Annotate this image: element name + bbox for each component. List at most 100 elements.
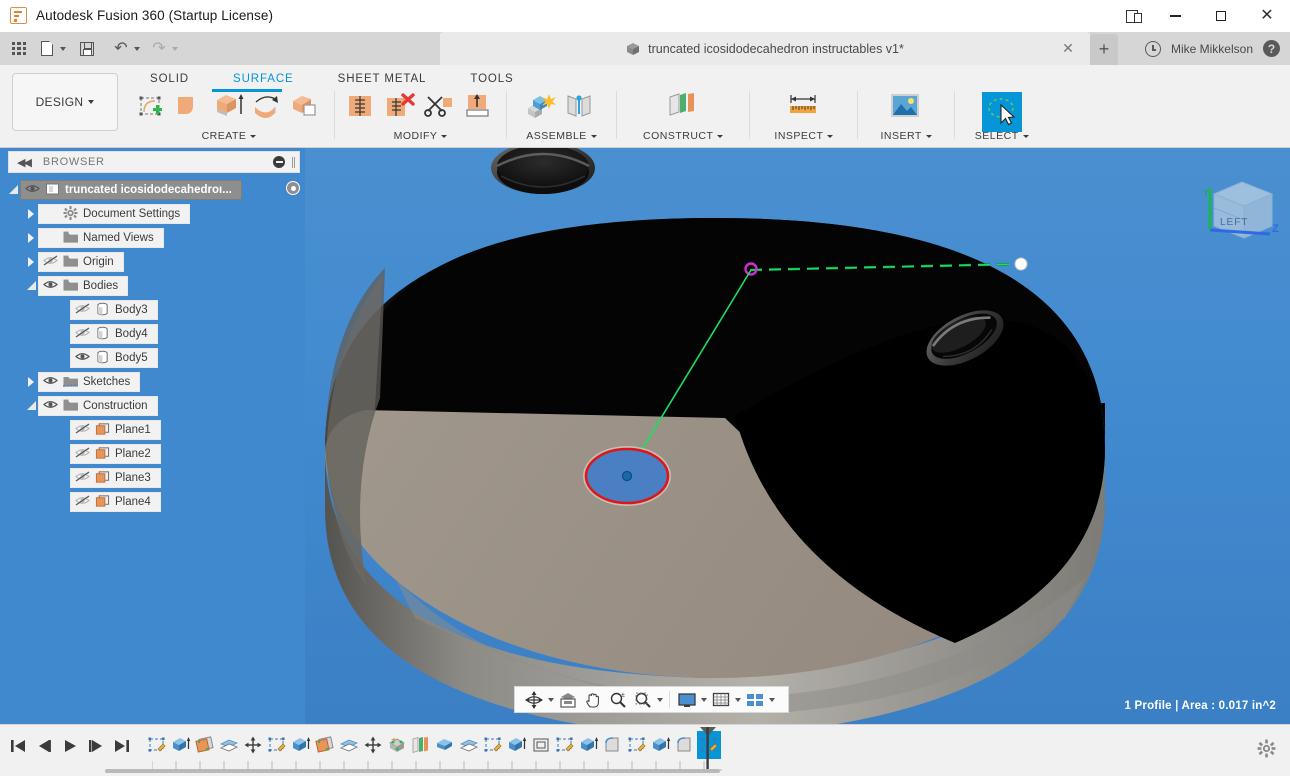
timeline-feature-9[interactable]: [361, 731, 385, 759]
timeline-feature-14[interactable]: [481, 731, 505, 759]
timeline-feature-20[interactable]: [625, 731, 649, 759]
timeline-marker[interactable]: [692, 727, 716, 771]
tree-node-construction[interactable]: Construction: [0, 394, 305, 418]
tab-solid[interactable]: SOLID: [128, 68, 211, 90]
tree-node-pill[interactable]: Origin: [38, 252, 124, 272]
chevron-down-icon[interactable]: [548, 698, 554, 702]
measure-icon[interactable]: [787, 92, 821, 126]
revolve-icon[interactable]: [251, 92, 285, 126]
tree-node-plane2[interactable]: Plane2: [0, 442, 305, 466]
visibility-toggle[interactable]: [75, 495, 90, 509]
unstitch-icon[interactable]: [384, 92, 418, 126]
expand-arrow-icon[interactable]: [26, 376, 38, 388]
tab-sheet-metal[interactable]: SHEET METAL: [316, 68, 449, 90]
timeline-feature-11[interactable]: [409, 731, 433, 759]
timeline-feature-6[interactable]: [289, 731, 313, 759]
skip-end-icon[interactable]: [110, 734, 134, 758]
tree-node-body4[interactable]: Body4: [0, 322, 305, 346]
visibility-toggle[interactable]: [43, 399, 58, 413]
tree-node-body3[interactable]: Body3: [0, 298, 305, 322]
chevron-down-icon[interactable]: [60, 47, 66, 51]
tree-node-pill[interactable]: Body3: [70, 300, 158, 320]
grid-icon[interactable]: [710, 689, 732, 710]
chevron-down-icon[interactable]: [134, 47, 140, 51]
timeline-feature-15[interactable]: [505, 731, 529, 759]
timeline-feature-1[interactable]: [169, 731, 193, 759]
double-left-arrow-icon[interactable]: ◀◀: [17, 156, 30, 169]
visibility-toggle[interactable]: [43, 279, 58, 293]
tree-node-plane1[interactable]: Plane1: [0, 418, 305, 442]
tree-node-pill[interactable]: Plane3: [70, 468, 161, 488]
timeline-feature-19[interactable]: [601, 731, 625, 759]
3d-model[interactable]: [305, 148, 1290, 724]
timeline-feature-16[interactable]: [529, 731, 553, 759]
undo-button[interactable]: ↶: [108, 36, 134, 62]
panel-label-create[interactable]: CREATE: [202, 130, 257, 142]
tree-node-pill[interactable]: Plane2: [70, 444, 161, 464]
close-icon[interactable]: ✕: [1244, 0, 1290, 32]
document-tab[interactable]: truncated icosidodecahedron instructable…: [440, 32, 1090, 65]
timeline-feature-10[interactable]: [385, 731, 409, 759]
tree-node-bodies[interactable]: Bodies: [0, 274, 305, 298]
tab-tools[interactable]: TOOLS: [448, 68, 535, 90]
restore-app-icon[interactable]: [1114, 0, 1152, 32]
joint-icon[interactable]: [564, 92, 598, 126]
zoom-magnifier-icon[interactable]: ±: [607, 689, 629, 710]
orbit-icon[interactable]: [523, 689, 545, 710]
offset-plane-icon[interactable]: [666, 92, 700, 126]
timeline-feature-18[interactable]: [577, 731, 601, 759]
zoom-window-icon[interactable]: [632, 689, 654, 710]
new-component-icon[interactable]: [525, 92, 559, 126]
tree-node-pill[interactable]: Document Settings: [38, 204, 190, 224]
tree-node-document-settings[interactable]: Document Settings: [0, 202, 305, 226]
chevron-down-icon[interactable]: [172, 47, 178, 51]
tree-node-named-views[interactable]: Named Views: [0, 226, 305, 250]
visibility-toggle[interactable]: [43, 207, 58, 221]
timeline-feature-0[interactable]: [145, 731, 169, 759]
timeline-feature-21[interactable]: [649, 731, 673, 759]
tree-node-pill[interactable]: Construction: [38, 396, 158, 416]
viewport-canvas[interactable]: Y Z LEFT: [305, 148, 1290, 724]
expand-arrow-icon[interactable]: [26, 256, 38, 268]
visibility-toggle[interactable]: [43, 375, 58, 389]
timeline-scrollbar[interactable]: [105, 769, 720, 773]
extend-icon[interactable]: [462, 92, 496, 126]
workspace-selector[interactable]: DESIGN: [12, 73, 118, 131]
visibility-toggle[interactable]: [43, 231, 58, 245]
tree-node-sketches[interactable]: Sketches: [0, 370, 305, 394]
visibility-toggle[interactable]: [43, 255, 58, 269]
minimize-icon[interactable]: [1152, 0, 1198, 32]
new-document-button[interactable]: [34, 36, 60, 62]
activate-component-radio[interactable]: [286, 181, 300, 195]
step-back-icon[interactable]: [32, 734, 56, 758]
skip-start-icon[interactable]: [6, 734, 30, 758]
look-at-icon[interactable]: [557, 689, 579, 710]
insert-image-icon[interactable]: [889, 92, 923, 126]
visibility-toggle[interactable]: [25, 183, 40, 197]
timeline-feature-17[interactable]: [553, 731, 577, 759]
tree-node-pill[interactable]: Named Views: [38, 228, 164, 248]
chevron-down-icon[interactable]: [769, 698, 775, 702]
visibility-toggle[interactable]: [75, 303, 90, 317]
close-tab-icon[interactable]: ✕: [1060, 40, 1076, 56]
visibility-toggle[interactable]: [75, 351, 90, 365]
pan-hand-icon[interactable]: [582, 689, 604, 710]
timeline-feature-12[interactable]: [433, 731, 457, 759]
grip-icon[interactable]: [292, 157, 293, 168]
tree-node-plane4[interactable]: Plane4: [0, 490, 305, 514]
tree-node-truncated-icosidodecahedro[interactable]: truncated icosidodecahedroı...: [0, 178, 305, 202]
tree-node-body5[interactable]: Body5: [0, 346, 305, 370]
chevron-down-icon[interactable]: [701, 698, 707, 702]
play-icon[interactable]: [58, 734, 82, 758]
save-button[interactable]: [74, 36, 100, 62]
timeline-feature-7[interactable]: [313, 731, 337, 759]
visibility-toggle[interactable]: [75, 471, 90, 485]
visibility-toggle[interactable]: [75, 423, 90, 437]
tree-node-pill[interactable]: Bodies: [38, 276, 128, 296]
panel-label-inspect[interactable]: INSPECT: [774, 130, 833, 142]
chevron-down-icon[interactable]: [657, 698, 663, 702]
expand-arrow-icon[interactable]: [26, 208, 38, 220]
timeline-feature-8[interactable]: [337, 731, 361, 759]
timeline-feature-4[interactable]: [241, 731, 265, 759]
panel-label-insert[interactable]: INSERT: [880, 130, 931, 142]
